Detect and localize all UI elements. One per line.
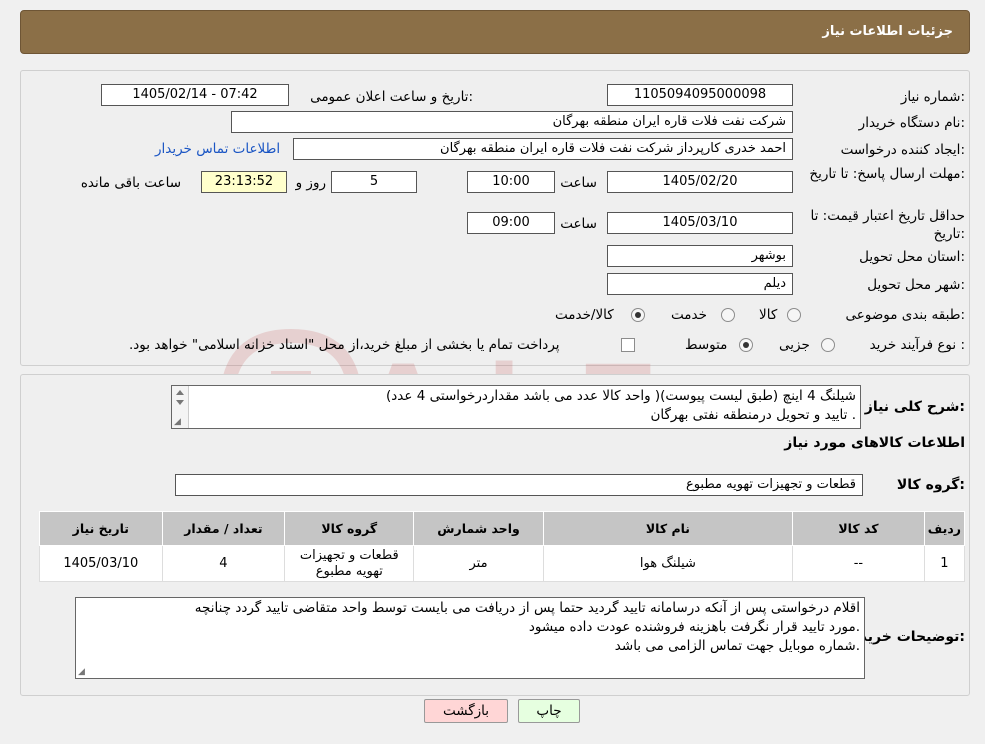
buyer-notes-line-2: مورد تایید قرار نگرفت باهزینه فروشنده عو…: [528, 619, 860, 635]
col-group-header: گروه کالا: [284, 511, 415, 546]
purchase-minor-label: جزیی: [779, 337, 810, 353]
announce-datetime-field: 1405/02/14 - 07:42: [101, 84, 289, 106]
col-code-header: کد کالا: [792, 511, 925, 546]
city-label: شهر محل تحویل:: [867, 277, 965, 293]
col-name-header: نام کالا: [542, 511, 794, 546]
back-button[interactable]: بازگشت: [424, 699, 508, 723]
need-details-panel: شرح کلی نیاز: شیلنگ 4 اینچ (طبق لیست پیو…: [20, 374, 970, 696]
creator-field: احمد خدری کارپرداز شرکت نفت فلات قاره ای…: [293, 138, 793, 160]
goods-info-title: اطلاعات کالاهای مورد نیاز: [784, 435, 965, 451]
goods-group-field: قطعات و تجهیزات تهویه مطبوع: [175, 474, 863, 496]
resize-handle-icon[interactable]: ◢: [78, 667, 85, 677]
description-line-1: شیلنگ 4 اینچ (طبق لیست پیوست)( واحد کالا…: [386, 388, 856, 404]
col-unit-header: واحد شمارش: [413, 511, 544, 546]
category-goods-service-label: کالا/خدمت: [555, 307, 614, 323]
validity-time-field: 09:00: [467, 212, 555, 234]
cell-quantity: 4: [161, 545, 286, 582]
creator-label: ایجاد کننده درخواست:: [840, 142, 965, 158]
deadline-time-label: ساعت: [560, 175, 597, 191]
scroll-down-icon[interactable]: [176, 400, 184, 405]
cell-group: قطعات و تجهیزات تهویه مطبوع: [284, 545, 415, 582]
cell-code: --: [792, 545, 925, 582]
page-title: جزئیات اطلاعات نیاز: [822, 24, 953, 39]
category-goods-service-radio[interactable]: [631, 308, 645, 322]
purchase-type-label: نوع فرآیند خرید :: [869, 337, 965, 353]
validity-label: حداقل تاریخ اعتبار قیمت: تا تاریخ:: [810, 208, 965, 242]
col-quantity-header: تعداد / مقدار: [161, 511, 286, 546]
table-row: 1 -- شیلنگ هوا متر قطعات و تجهیزات تهویه…: [39, 545, 966, 582]
days-field: 5: [331, 171, 417, 193]
need-number-label: شماره نیاز:: [900, 89, 965, 105]
resize-handle-icon[interactable]: ◢: [174, 417, 181, 427]
province-field: بوشهر: [607, 245, 793, 267]
province-label: استان محل تحویل:: [859, 249, 965, 265]
deadline-date-field: 1405/02/20: [607, 171, 793, 193]
category-label: طبقه بندی موضوعی:: [845, 307, 965, 323]
need-number-field: 1105094095000098: [607, 84, 793, 106]
description-label: شرح کلی نیاز:: [864, 399, 965, 415]
buyer-notes-textarea[interactable]: اقلام درخواستی پس از آنکه درسامانه تایید…: [75, 597, 865, 679]
city-field: دیلم: [607, 273, 793, 295]
cell-name: شیلنگ هوا: [542, 545, 794, 582]
remaining-label: ساعت باقی مانده: [80, 175, 181, 191]
treasury-note: پرداخت تمام یا بخشی از مبلغ خرید،از محل …: [129, 337, 560, 353]
page-header: جزئیات اطلاعات نیاز: [20, 10, 970, 54]
validity-date-field: 1405/03/10: [607, 212, 793, 234]
remaining-time-field: 23:13:52: [201, 171, 287, 193]
col-row-header: ردیف: [923, 511, 966, 546]
description-line-2: تایید و تحویل درمنطقه نفتی بهرگان .: [650, 407, 856, 423]
table-header-row: ردیف کد کالا نام کالا واحد شمارش گروه کا…: [39, 511, 966, 546]
treasury-bonds-checkbox[interactable]: [621, 338, 635, 352]
purchase-minor-radio[interactable]: [821, 338, 835, 352]
buyer-notes-line-1: اقلام درخواستی پس از آنکه درسامانه تایید…: [194, 600, 860, 616]
goods-table: ردیف کد کالا نام کالا واحد شمارش گروه کا…: [39, 511, 966, 582]
cell-row-number: 1: [923, 545, 966, 582]
cell-unit: متر: [413, 545, 544, 582]
need-info-panel: AriaTender.neT شماره نیاز: 1105094095000…: [20, 70, 970, 464]
purchase-medium-radio[interactable]: [739, 338, 753, 352]
cell-need-date: 1405/03/10: [39, 545, 163, 582]
category-goods-label: کالا: [759, 307, 778, 323]
print-button[interactable]: چاپ: [518, 699, 580, 723]
description-textarea[interactable]: شیلنگ 4 اینچ (طبق لیست پیوست)( واحد کالا…: [171, 385, 861, 429]
validity-time-label: ساعت: [560, 216, 597, 232]
category-service-radio[interactable]: [721, 308, 735, 322]
scroll-up-icon[interactable]: [176, 390, 184, 395]
purchase-medium-label: متوسط: [685, 337, 728, 353]
buyer-contact-link[interactable]: اطلاعات تماس خریدار: [155, 141, 280, 157]
category-goods-radio[interactable]: [787, 308, 801, 322]
days-label: روز و: [295, 175, 326, 191]
category-service-label: خدمت: [671, 307, 707, 323]
buyer-notes-line-3: شماره موبایل جهت تماس الزامی می باشد.: [614, 638, 860, 654]
goods-group-label: گروه کالا:: [896, 477, 965, 493]
deadline-time-field: 10:00: [467, 171, 555, 193]
col-date-header: تاریخ نیاز: [39, 511, 163, 546]
buyer-org-field: شرکت نفت فلات قاره ایران منطقه بهرگان: [231, 111, 793, 133]
buyer-org-label: نام دستگاه خریدار:: [858, 115, 965, 131]
deadline-label: مهلت ارسال پاسخ: تا تاریخ:: [809, 166, 965, 182]
announce-label: تاریخ و ساعت اعلان عمومی:: [310, 89, 473, 105]
